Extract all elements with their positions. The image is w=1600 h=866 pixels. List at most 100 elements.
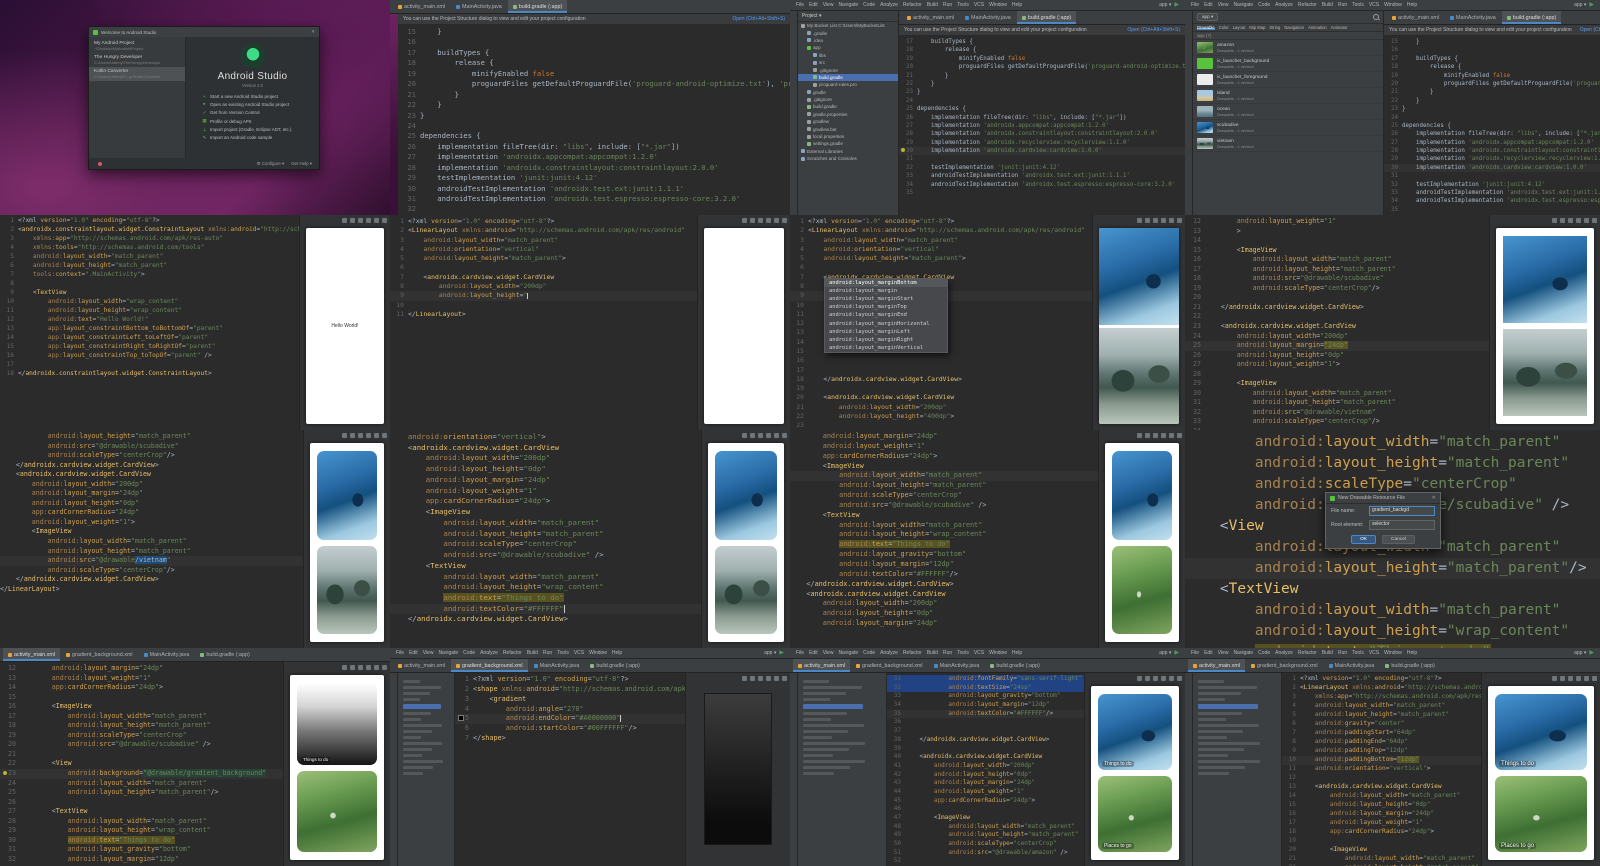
run-button[interactable]: ▶	[1589, 650, 1594, 656]
code-line[interactable]: 25 android:layout_margin="24dp"	[1185, 341, 1489, 351]
code-line[interactable]: 46	[887, 805, 1084, 814]
code-line[interactable]: 18 app:cardCornerRadius="24dp">	[1282, 828, 1481, 837]
project-tree-row[interactable]: proguard-rules.pro	[798, 81, 898, 88]
menu-item-analyze[interactable]: Analyze	[1275, 2, 1293, 8]
code-line[interactable]: </androidx.cardview.widget.CardView>	[790, 580, 1098, 590]
code-line[interactable]: 1 <?xml version="1.0" encoding="utf-8"?>	[0, 217, 299, 226]
resource-item[interactable]: island Drawable - 1 version	[1193, 88, 1383, 104]
search-icon[interactable]	[1373, 14, 1379, 20]
welcome-action-import[interactable]: ⇣ Import project (Gradle, Eclipse ADT, et…	[202, 127, 292, 133]
code-line[interactable]: 28 implementation 'androidx.constraintla…	[398, 163, 790, 173]
menu-item-build[interactable]: Build	[527, 650, 538, 656]
run-config-label[interactable]: app ▾	[1159, 650, 1171, 656]
autocomplete-item[interactable]: android:layout_margin	[825, 287, 947, 295]
code-line[interactable]: android:src="@drawable/scubadive"	[0, 442, 303, 452]
code-line[interactable]: 31	[1384, 172, 1600, 180]
resource-item[interactable]: vietnam Drawable - 1 version	[1193, 136, 1383, 152]
code-line[interactable]: 15	[0, 693, 283, 703]
menu-item-view[interactable]: View	[1218, 650, 1229, 656]
code-line[interactable]: android:orientation="vertical">	[390, 432, 701, 443]
design-surface-phone[interactable]	[704, 228, 784, 424]
project-tree-row[interactable]: .gradle	[798, 29, 898, 36]
code-line[interactable]: android:src="@drawable/vietnam"	[0, 556, 303, 566]
close-icon[interactable]: ✕	[311, 29, 315, 35]
menu-item-tools[interactable]: Tools	[557, 650, 569, 656]
code-line[interactable]: 30 android:layout_width="match_parent"	[1185, 389, 1489, 399]
project-tree-row[interactable]: gradle.properties	[798, 111, 898, 118]
design-surface-phone[interactable]	[310, 443, 384, 642]
code-line[interactable]: android:layout_width="match_parent"	[790, 521, 1098, 531]
resource-item[interactable]: ic_launcher_foreground Drawable - 1 versi…	[1193, 72, 1383, 88]
code-line[interactable]: 23 <androidx.cardview.widget.CardView	[1185, 322, 1489, 332]
menu-item-tools[interactable]: Tools	[1352, 650, 1364, 656]
code-line[interactable]: 45 app:cardCornerRadius="24dp">	[887, 797, 1084, 806]
code-line[interactable]: 27 android:layout_weight="1">	[1185, 360, 1489, 370]
menu-item-navigate[interactable]: Navigate	[1233, 650, 1253, 656]
code-line[interactable]: 33 android:scaleType="centerCrop"/>	[1185, 417, 1489, 427]
zoom-in-icon[interactable]	[358, 664, 363, 670]
zoom-in-icon[interactable]	[1568, 217, 1573, 223]
code-line[interactable]: 14 app:cardCornerRadius="24dp">	[0, 683, 283, 693]
tab-mainactivity-java[interactable]: MainActivity.java	[138, 648, 195, 661]
menu-item-navigate[interactable]: Navigate	[1233, 2, 1253, 8]
menu-item-run[interactable]: Run	[943, 650, 952, 656]
code-line[interactable]: 18 release {	[1384, 63, 1600, 71]
device-icon[interactable]	[1584, 217, 1589, 223]
code-line[interactable]: 32	[398, 204, 790, 214]
design-surface-phone[interactable]: Things to do Places to go	[1091, 686, 1179, 860]
code-line[interactable]: 14 android:layout_width="match_parent"	[1282, 792, 1481, 801]
run-button[interactable]: ▶	[1589, 2, 1594, 8]
project-tree-row[interactable]: gradle	[798, 89, 898, 96]
code-line[interactable]: 19	[790, 384, 1092, 393]
zoom-out-icon[interactable]	[350, 432, 355, 438]
intention-bulb-icon[interactable]	[901, 148, 906, 153]
design-surface-phone[interactable]	[1496, 228, 1594, 424]
code-line[interactable]: 34 androidTestImplementation 'androidx.t…	[1384, 197, 1600, 205]
tab-mainactivity-java[interactable]: MainActivity.java	[528, 659, 585, 672]
menu-item-analyze[interactable]: Analyze	[1275, 650, 1293, 656]
code-line[interactable]: 16 android:layout_width="match_parent"	[1185, 255, 1489, 265]
design-view-icon[interactable]	[342, 664, 347, 670]
code-line[interactable]: 27 implementation 'androidx.appcompat:ap…	[1384, 139, 1600, 147]
zoom-in-icon[interactable]	[1153, 675, 1158, 681]
code-line[interactable]: 32 android:textSize="24sp"	[887, 683, 1084, 693]
code-line[interactable]: 18 </androidx.cardview.widget.CardView>	[790, 375, 1092, 384]
code-line[interactable]: 25 dependencies {	[899, 105, 1185, 113]
code-line[interactable]: 18 android:src="@drawable/scubadive"	[1185, 274, 1489, 284]
menu-item-help[interactable]: Help	[1012, 650, 1022, 656]
code-line[interactable]: 16	[790, 356, 1092, 365]
welcome-action-vcs[interactable]: ✓ Get from Version Control	[202, 110, 292, 116]
tab-activity-main-xml[interactable]: activity_main.xml	[1387, 11, 1445, 24]
resource-tab-animator[interactable]: Animator	[1331, 25, 1348, 30]
dialog-field-input[interactable]: gradient_backgd	[1369, 506, 1435, 516]
theme-icon[interactable]	[382, 664, 387, 670]
code-line[interactable]: 52	[887, 857, 1084, 866]
code-line[interactable]: android:text="Things to do"	[790, 540, 1098, 550]
theme-icon[interactable]	[782, 675, 787, 681]
menu-item-refactor[interactable]: Refactor	[903, 650, 922, 656]
refresh-icon[interactable]	[1576, 217, 1581, 223]
device-icon[interactable]	[374, 432, 379, 438]
dialog-field-input[interactable]: selector	[1369, 520, 1435, 530]
welcome-action-sample[interactable]: ✎ Import an Android code sample	[202, 135, 292, 141]
code-line[interactable]: 19 minifyEnabled false	[899, 55, 1185, 63]
code-line[interactable]: 1 <?xml version="1.0" encoding="utf-8"?>	[455, 675, 685, 685]
autocomplete-item[interactable]: android:layout_marginRight	[825, 336, 947, 344]
code-line[interactable]: 2 <LinearLayout xmlns:android="http://sch…	[790, 226, 1092, 235]
menu-item-code[interactable]: Code	[863, 650, 875, 656]
resource-tab-navigation[interactable]: Navigation	[1284, 25, 1304, 30]
code-line[interactable]: <androidx.cardview.widget.CardView	[790, 590, 1098, 600]
code-line[interactable]: 2 <androidx.constraintlayout.widget.Const…	[0, 226, 299, 235]
tab-activity-main-xml[interactable]: activity_main.xml	[393, 0, 451, 13]
design-view-icon[interactable]	[342, 217, 347, 223]
code-line[interactable]: 17 android:layout_height="match_parent"	[1185, 265, 1489, 275]
code-line[interactable]: 12 android:text="Hello World!"	[0, 316, 299, 325]
code-line[interactable]: 8 android:layout_width="200dp"	[390, 282, 697, 291]
menu-item-run[interactable]: Run	[943, 2, 952, 8]
code-line[interactable]: 12 android:layout_weight="1"	[1185, 217, 1489, 227]
code-line[interactable]: 15 app:layout_constraintRight_toRightOf=…	[0, 343, 299, 352]
code-line[interactable]: android:layout_height="wrap_content"	[790, 530, 1098, 540]
code-line[interactable]: android:layout_margin="24dp"	[0, 489, 303, 499]
code-line[interactable]: 20	[1185, 293, 1489, 303]
code-line[interactable]: 21 }	[398, 90, 790, 100]
